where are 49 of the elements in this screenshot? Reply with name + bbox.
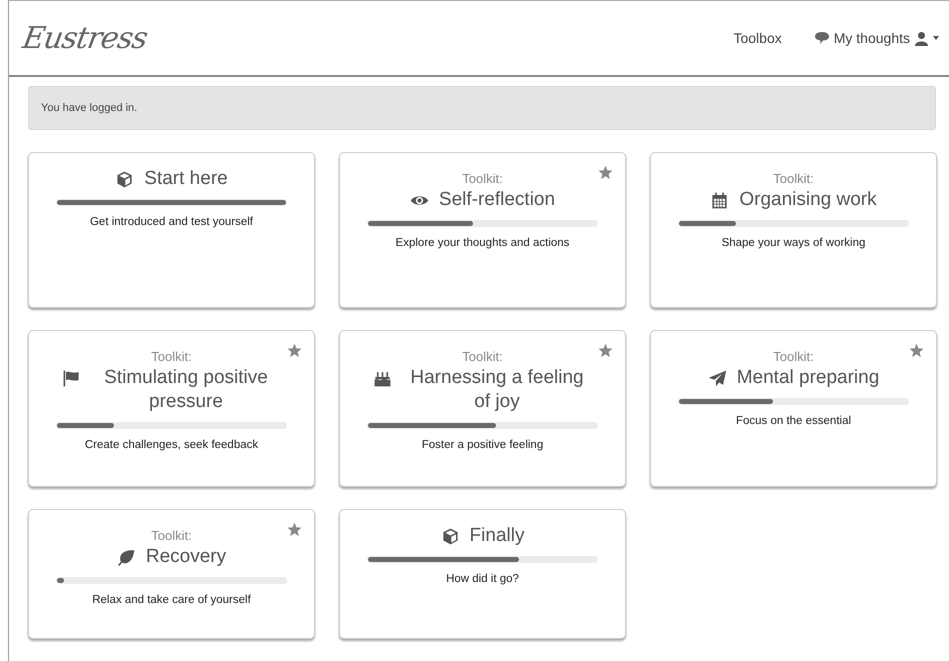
card-title: Finally [470, 524, 524, 548]
card-title: Start here [144, 167, 228, 191]
speech-bubble-icon [814, 31, 830, 45]
card-description: How did it go? [446, 572, 519, 585]
user-icon [914, 30, 929, 46]
plane-icon [708, 369, 727, 388]
caret-icon [933, 36, 939, 40]
toolkit-label: Toolkit: [151, 528, 192, 543]
cube-icon [115, 170, 134, 189]
card-title: Stimulating positive pressure [103, 366, 269, 414]
card-description: Focus on the essential [736, 414, 852, 427]
toolkit-card[interactable]: Toolkit: Self-reflection Explore your thoughts and actions [339, 152, 626, 308]
star-icon[interactable] [598, 165, 613, 180]
toolkit-card[interactable]: Toolkit: Mental preparing Focus on the essential [650, 330, 937, 487]
card-description: Explore your thoughts and actions [396, 236, 570, 249]
card-description: Create challenges, seek feedback [84, 438, 258, 450]
toolbox-link[interactable]: Toolbox [733, 26, 782, 50]
card-title: Mental preparing [736, 366, 880, 390]
flag-icon [62, 369, 81, 388]
star-icon[interactable] [909, 343, 924, 358]
calendar-icon [710, 191, 730, 210]
card-description: Shape your ways of working [722, 236, 866, 249]
toolkit-card[interactable]: Start here Get introduced and test yourself [28, 152, 315, 308]
toolkit-card[interactable]: Toolkit: Stimulating positive pressure Create challenges, seek feedback [28, 330, 315, 487]
star-icon[interactable] [287, 522, 302, 537]
toolkit-label: Toolkit: [773, 349, 814, 364]
toolkit-label: Toolkit: [773, 171, 814, 186]
card-description: Foster a positive feeling [422, 438, 544, 450]
toolkit-card[interactable]: Toolkit: Organising work Shape your ways of working [650, 152, 937, 308]
toolkit-card[interactable]: Toolkit: Recovery Relax and take care of yourself [28, 509, 315, 639]
leaf-icon [116, 548, 136, 567]
cake-icon [373, 369, 392, 388]
cube-icon [440, 527, 460, 546]
toolkit-card[interactable]: Toolkit: Harnessing a feeling of joy Foster a positive feeling [339, 330, 626, 487]
logo[interactable]: Eustress [20, 20, 150, 56]
alert-text: You have logged in. [41, 102, 138, 114]
card-title: Self-reflection [438, 188, 556, 212]
card-title: Recovery [146, 545, 226, 569]
star-icon[interactable] [287, 343, 302, 358]
my-thoughts-menu[interactable]: My thoughts [814, 26, 939, 50]
card-description: Relax and take care of yourself [92, 594, 251, 606]
card-title: Organising work [739, 188, 877, 212]
card-description: Get introduced and test yourself [90, 216, 253, 228]
toolkit-card[interactable]: Finally How did it go? [339, 509, 626, 639]
toolkit-label: Toolkit: [151, 349, 192, 364]
star-icon[interactable] [598, 343, 613, 358]
toolkit-label: Toolkit: [462, 349, 503, 364]
toolkit-label: Toolkit: [462, 171, 503, 186]
card-title: Harnessing a feeling of joy [409, 366, 585, 414]
